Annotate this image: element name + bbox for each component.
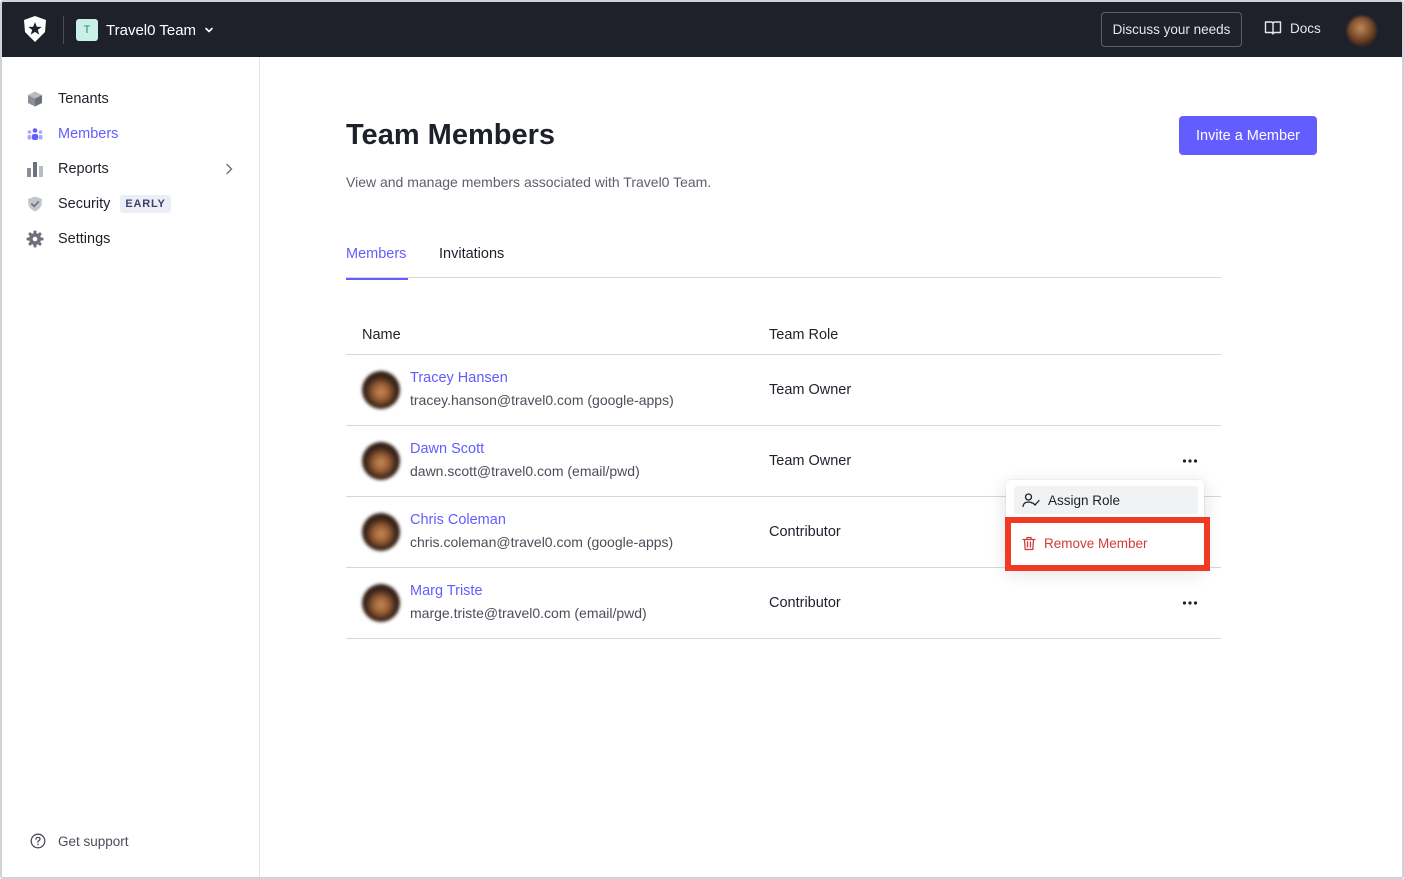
sidebar-item-members[interactable]: Members [26,122,118,146]
member-avatar [362,442,400,480]
more-horizontal-icon [1182,601,1198,605]
sidebar-item-label: Reports [58,161,109,177]
member-avatar [362,584,400,622]
member-role: Team Owner [769,382,852,398]
sidebar-item-label: Settings [58,231,111,247]
member-name-link[interactable]: Chris Coleman [410,512,506,528]
members-icon [26,125,44,143]
get-support-label: Get support [58,833,129,849]
sidebar: Tenants Members Reports Security EARLY S… [2,57,260,877]
member-name-link[interactable]: Dawn Scott [410,441,484,457]
remove-member-menu-item[interactable]: Remove Member [1016,528,1199,559]
chevron-right-icon[interactable] [224,162,234,176]
get-support-link[interactable]: Get support [30,833,129,849]
topbar-divider [63,16,64,44]
top-bar: T Travel0 Team Discuss your needs Docs [2,2,1402,57]
more-horizontal-icon [1182,459,1198,463]
sidebar-item-label: Security [58,196,111,212]
shield-check-icon [26,195,44,213]
tab-members[interactable]: Members [346,246,408,280]
team-name: Travel0 Team [106,21,197,39]
chevron-down-icon [205,27,213,33]
member-name-link[interactable]: Marg Triste [410,583,483,599]
row-actions-button[interactable] [1178,592,1202,614]
member-email: dawn.scott@travel0.com (email/pwd) [410,463,640,479]
invite-member-button[interactable]: Invite a Member [1179,116,1317,155]
column-header-name: Name [362,327,401,343]
sidebar-item-tenants[interactable]: Tenants [26,87,109,111]
user-avatar[interactable] [1347,16,1377,46]
tab-invitations[interactable]: Invitations [439,246,504,278]
member-avatar [362,513,400,551]
docs-label: Docs [1290,20,1321,36]
sidebar-item-security[interactable]: Security EARLY [26,192,171,216]
app-window: T Travel0 Team Discuss your needs Docs T… [0,0,1404,879]
trash-icon [1022,536,1036,551]
column-header-team-role: Team Role [769,327,839,343]
bar-chart-icon [26,160,44,178]
active-tab-indicator [346,278,408,280]
early-badge: EARLY [120,195,171,213]
members-table: Name Team Role Tracey Hansen tracey.hans… [346,314,1221,639]
assign-role-menu-item[interactable]: Assign Role [1014,486,1198,514]
book-icon [1264,21,1282,35]
table-row: Marg Triste marge.triste@travel0.com (em… [346,568,1221,639]
team-avatar: T [76,19,98,41]
discuss-needs-button[interactable]: Discuss your needs [1101,12,1242,47]
member-email: marge.triste@travel0.com (email/pwd) [410,605,647,621]
member-name-link[interactable]: Tracey Hansen [410,370,508,386]
gear-icon [26,230,44,248]
assign-role-label: Assign Role [1048,492,1121,508]
cube-icon [26,90,44,108]
table-header: Name Team Role [346,314,1221,355]
member-role: Contributor [769,595,841,611]
sidebar-item-label: Tenants [58,91,109,107]
page-title: Team Members [346,119,555,151]
sidebar-item-reports[interactable]: Reports [26,157,109,181]
tab-label: Members [346,246,407,262]
auth0-logo-icon[interactable] [22,15,48,43]
help-circle-icon [30,833,46,849]
sidebar-item-settings[interactable]: Settings [26,227,110,251]
member-email: tracey.hanson@travel0.com (google-apps) [410,392,674,408]
docs-link[interactable]: Docs [1264,20,1321,36]
member-role: Team Owner [769,453,852,469]
table-row: Tracey Hansen tracey.hanson@travel0.com … [346,355,1221,426]
tab-label: Invitations [439,246,505,262]
member-email: chris.coleman@travel0.com (google-apps) [410,534,674,550]
tabs: Members Invitations [346,242,1221,280]
row-actions-button[interactable] [1178,450,1202,472]
member-avatar [362,371,400,409]
member-role: Contributor [769,524,841,540]
page-description: View and manage members associated with … [346,174,712,190]
team-switcher[interactable]: T Travel0 Team [76,17,214,43]
remove-member-label: Remove Member [1044,536,1148,551]
user-check-icon [1022,493,1040,508]
sidebar-item-label: Members [58,126,119,142]
